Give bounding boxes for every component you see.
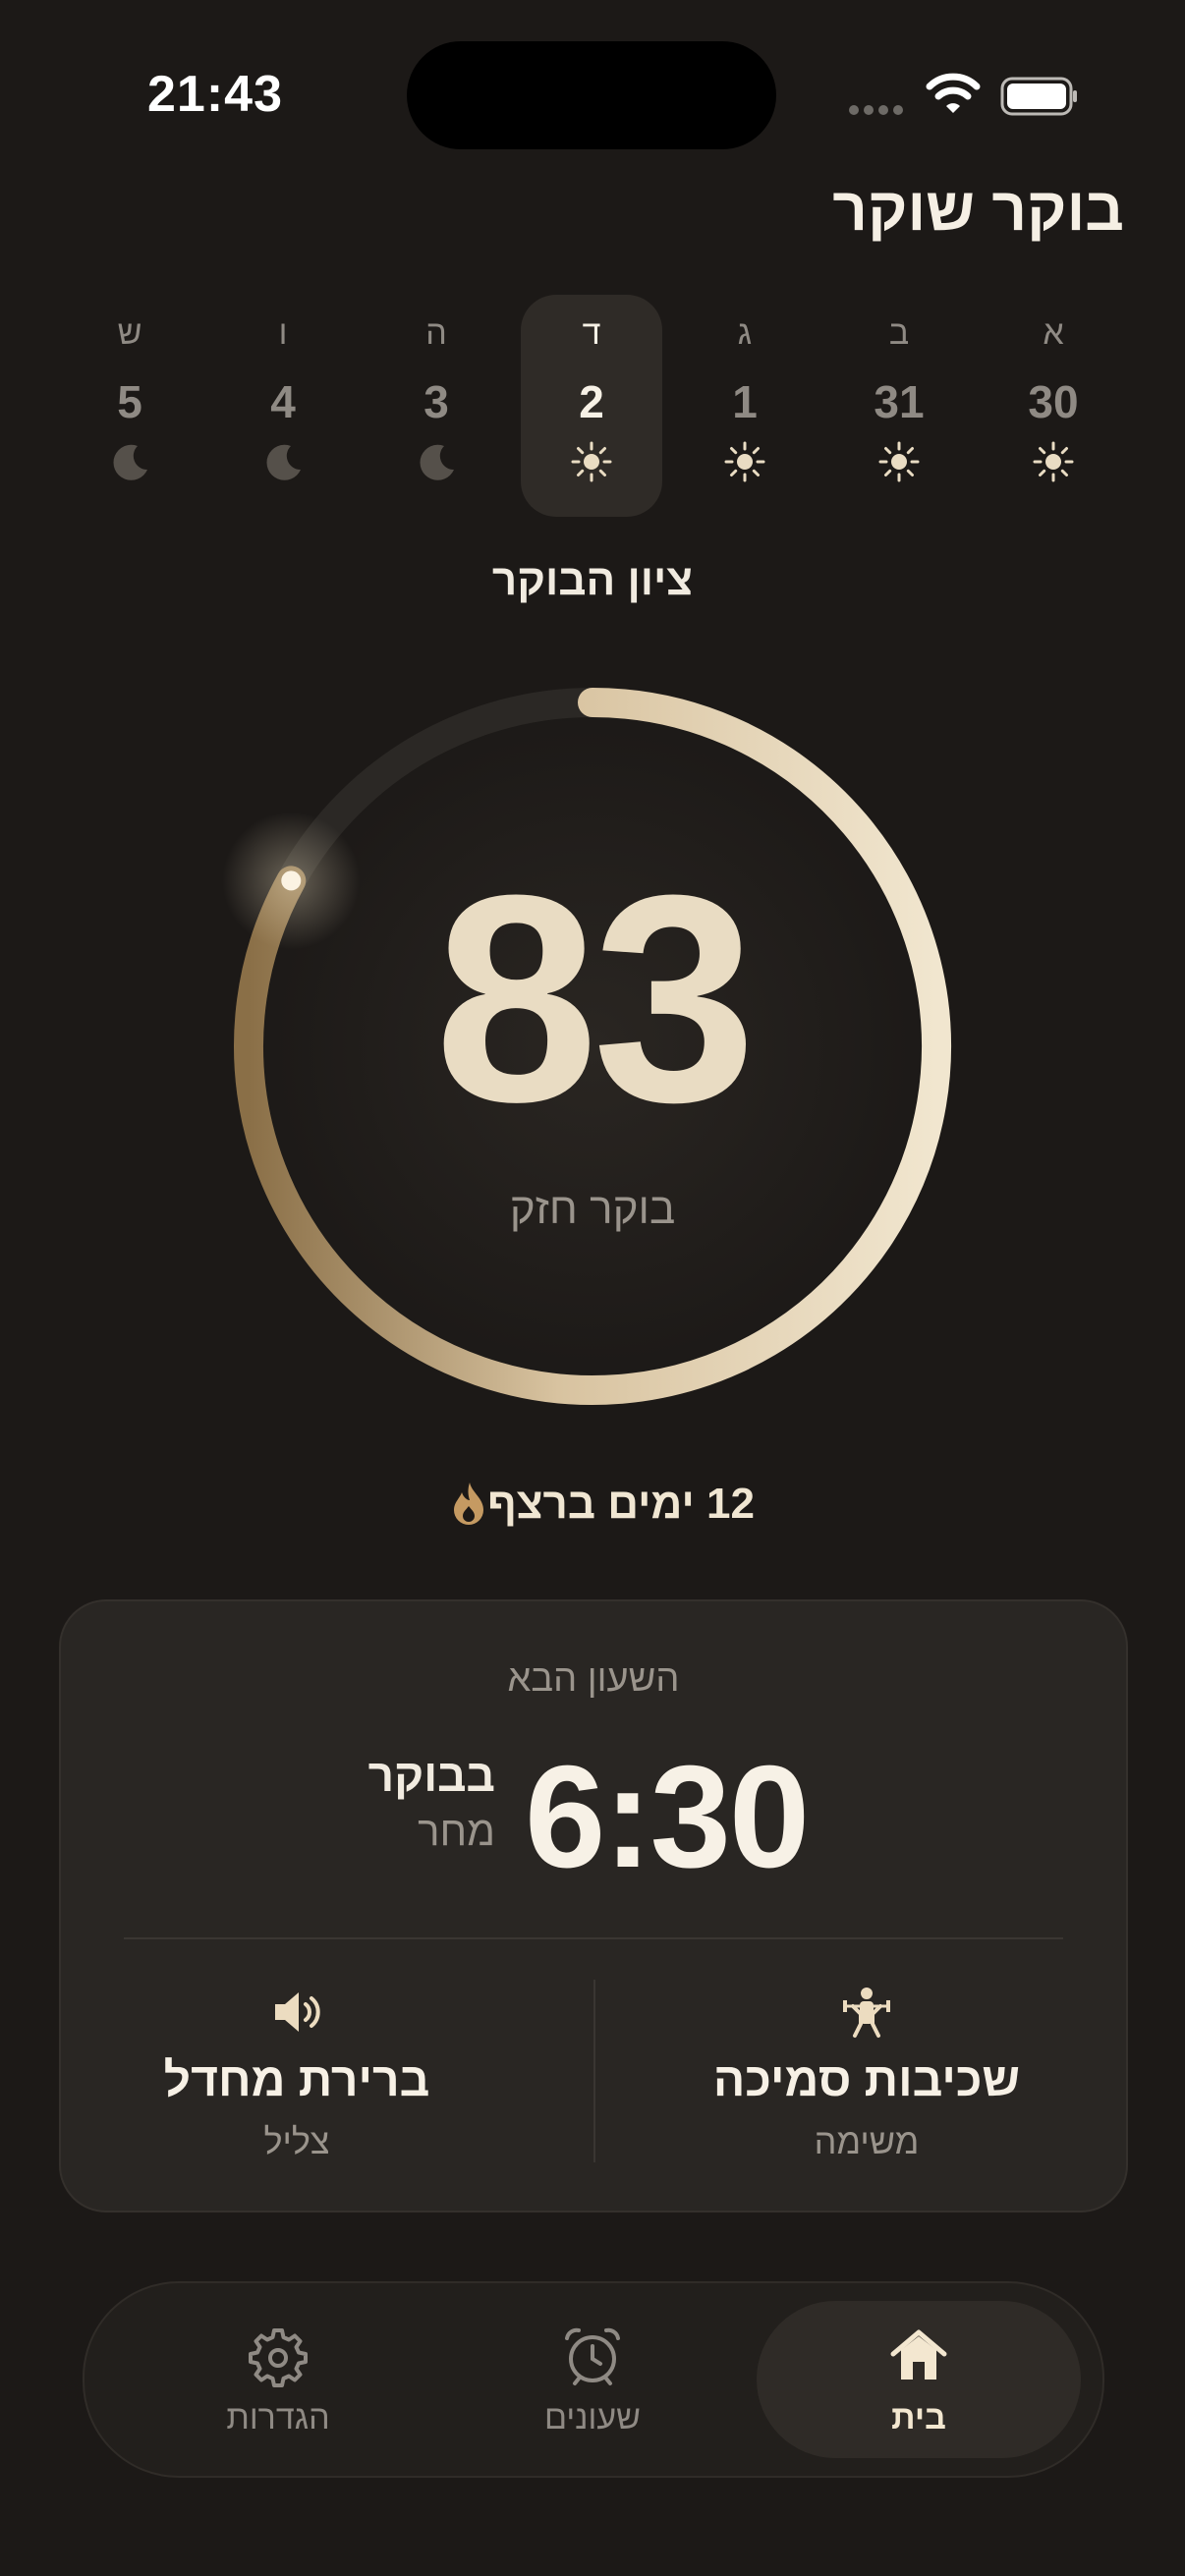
sun-icon	[1033, 441, 1074, 482]
dynamic-island	[407, 41, 776, 149]
day-item[interactable]: ג 1	[674, 295, 816, 517]
tab-settings-label: הגדרות	[226, 2399, 330, 2436]
day-item[interactable]: ו 4	[212, 295, 354, 517]
tab-home-label: בית	[891, 2399, 946, 2436]
wifi-icon	[926, 73, 981, 113]
tab-alarms[interactable]: שעונים	[430, 2283, 755, 2476]
day-number: 31	[874, 376, 925, 427]
day-number: 30	[1028, 376, 1079, 427]
tab-bar: הגדרות שעונים בית	[83, 2281, 1104, 2478]
day-letter: ב	[888, 314, 910, 352]
sun-icon	[571, 441, 612, 482]
day-item[interactable]: א 30	[983, 295, 1124, 517]
moon-icon	[113, 444, 147, 480]
day-number: 5	[117, 376, 142, 427]
sun-icon	[878, 441, 920, 482]
next-alarm-period: בבוקר	[367, 1750, 495, 1801]
sun-icon	[724, 441, 765, 482]
alarm-task-info[interactable]: שכיבות סמיכה משימה	[631, 1985, 1102, 2162]
score-value: 83	[434, 833, 757, 1163]
day-item[interactable]: ה 3	[366, 295, 507, 517]
day-item-selected[interactable]: ד 2	[521, 295, 662, 517]
alarm-sound-name: ברירת מחדל	[163, 2054, 430, 2106]
score-caption: בוקר חזק	[509, 1185, 676, 1233]
day-number: 1	[732, 376, 758, 427]
next-alarm-label: השעון הבא	[507, 1658, 680, 1700]
alarm-sound-info[interactable]: ברירת מחדל צליל	[61, 1985, 533, 2162]
day-letter: ג	[737, 314, 753, 352]
alarm-task-caption: משימה	[814, 2121, 920, 2161]
alarm-clock-icon	[565, 2327, 620, 2385]
next-alarm-day: מחר	[418, 1808, 495, 1854]
flame-icon	[454, 1483, 484, 1525]
speaker-icon	[275, 1992, 320, 2032]
score-label: ציון הבוקר	[491, 556, 694, 604]
day-number: 2	[579, 376, 604, 427]
day-letter: ו	[278, 314, 288, 352]
day-letter: ש	[117, 314, 142, 352]
day-number: 3	[423, 376, 449, 427]
streak-text: 12 ימים ברצף	[487, 1480, 755, 1528]
gear-icon	[249, 2328, 308, 2387]
streak-indicator: 12 ימים ברצף	[0, 1480, 1185, 1529]
day-item[interactable]: ב 31	[828, 295, 970, 517]
tab-alarms-label: שעונים	[544, 2399, 641, 2436]
card-divider	[124, 1937, 1063, 1939]
alarm-sound-caption: צליל	[263, 2121, 330, 2161]
tab-home[interactable]: בית	[757, 2283, 1081, 2476]
day-letter: ה	[425, 314, 447, 352]
moon-icon	[420, 444, 454, 480]
alarm-task-name: שכיבות סמיכה	[712, 2054, 1021, 2106]
tab-settings[interactable]: הגדרות	[116, 2283, 440, 2476]
day-item[interactable]: ש 5	[59, 295, 200, 517]
moon-icon	[266, 444, 301, 480]
next-alarm-time: 6:30	[525, 1736, 810, 1898]
page-title: בוקר שוקר	[832, 176, 1124, 244]
status-time: 21:43	[147, 66, 283, 123]
home-icon	[890, 2329, 947, 2380]
day-letter: א	[1043, 314, 1064, 352]
weightlifter-icon	[843, 1988, 890, 2038]
next-alarm-card[interactable]: השעון הבא 6:30 בבוקר מחר ברירת מחדל צליל…	[59, 1599, 1128, 2212]
day-letter: ד	[582, 314, 601, 352]
card-vertical-divider	[593, 1980, 595, 2162]
battery-icon	[1000, 77, 1077, 116]
day-number: 4	[270, 376, 296, 427]
cellular-signal-icon	[849, 102, 912, 116]
